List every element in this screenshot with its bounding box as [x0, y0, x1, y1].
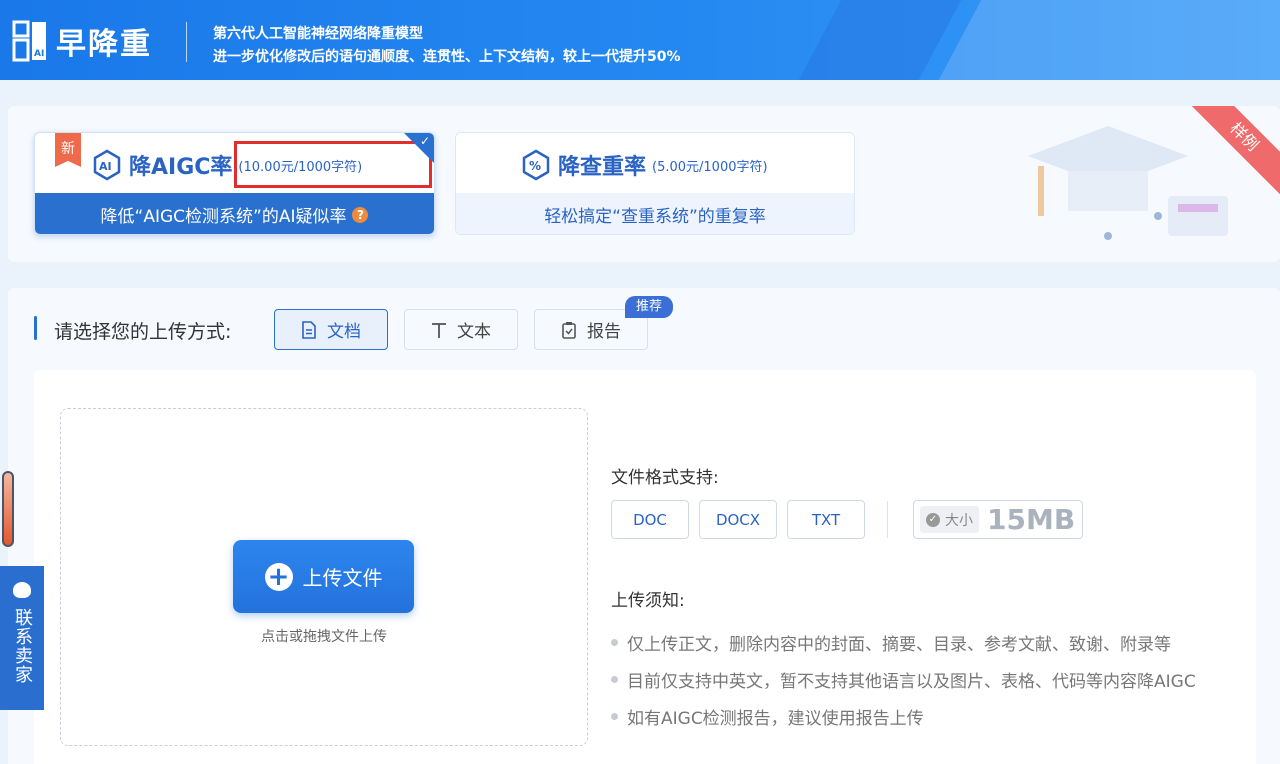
clipboard-icon [561, 321, 577, 339]
format-divider [887, 501, 888, 538]
size-value: 15MB [987, 503, 1076, 536]
bullet-icon [611, 639, 618, 646]
contact-seller-button[interactable]: 联系卖家 [0, 566, 44, 710]
notice-text: 目前仅支持中英文，暂不支持其他语言以及图片、表格、代码等内容降AIGC [627, 672, 1196, 692]
service-card-aigc[interactable]: 新 AI 降AIGC率 (10.00元/1000字符) ✓ 降低“AIGC检测系… [34, 132, 435, 235]
contact-label: 联系卖家 [12, 608, 33, 684]
header-decoration [938, 0, 1280, 80]
upload-file-button[interactable]: + 上传文件 [233, 540, 414, 613]
notice-text: 如有AIGC检测报告，建议使用报告上传 [627, 709, 924, 729]
format-title: 文件格式支持: [611, 468, 719, 488]
tab-label: 报告 [587, 322, 621, 342]
service-card-header: % 降查重率 (5.00元/1000字符) [456, 133, 854, 193]
tab-label: 文本 [457, 322, 491, 342]
service-description: 轻松搞定“查重系统”的重复率 [456, 193, 854, 234]
tab-text[interactable]: 文本 [404, 309, 518, 350]
price-highlight-box [234, 141, 432, 188]
format-badge-txt: TXT [787, 500, 865, 539]
service-description-text: 降低“AIGC检测系统”的AI疑似率 [100, 207, 347, 227]
tab-document[interactable]: 文档 [274, 309, 388, 350]
question-icon[interactable]: ? [352, 206, 369, 223]
service-card-header: 新 AI 降AIGC率 (10.00元/1000字符) ✓ [35, 133, 434, 193]
bullet-icon [611, 713, 618, 720]
tab-label: 文档 [327, 322, 361, 342]
brand-logo[interactable]: AI 早降重 [12, 19, 152, 63]
drop-hint: 点击或拖拽文件上传 [261, 629, 387, 645]
upload-method-label: 请选择您的上传方式: [54, 321, 232, 343]
svg-text:%: % [529, 159, 541, 173]
service-description: 降低“AIGC检测系统”的AI疑似率 ? [35, 193, 434, 234]
format-badge-doc: DOC [611, 500, 689, 539]
upload-area: + 上传文件 点击或拖拽文件上传 文件格式支持: DOC DOCX TXT ✓ … [34, 370, 1256, 764]
size-label: 大小 [945, 512, 973, 529]
service-price: (5.00元/1000字符) [652, 159, 768, 175]
file-dropzone[interactable]: + 上传文件 点击或拖拽文件上传 [60, 408, 588, 746]
size-chip: ✓ 大小 [920, 506, 979, 533]
notice-item: 如有AIGC检测报告，建议使用报告上传 [611, 704, 924, 729]
top-header: AI 早降重 第六代人工智能神经网络降重模型 进一步优化修改后的语句通顺度、连贯… [0, 0, 1280, 80]
plus-icon: + [264, 562, 293, 591]
side-scroll-handle[interactable] [2, 471, 14, 547]
notice-item: 目前仅支持中英文，暂不支持其他语言以及图片、表格、代码等内容降AIGC [611, 667, 1196, 692]
header-tagline-1: 第六代人工智能神经网络降重模型 [213, 26, 423, 42]
service-title: 降AIGC率 [129, 155, 233, 180]
service-panel: 新 AI 降AIGC率 (10.00元/1000字符) ✓ 降低“AIGC检测系… [8, 106, 1280, 262]
recommend-badge: 推荐 [625, 296, 673, 318]
ai-hexagon-icon: AI [93, 149, 121, 181]
header-decoration [798, 0, 962, 80]
check-circle-icon: ✓ [926, 512, 940, 527]
svg-text:AI: AI [99, 160, 112, 173]
section-accent-bar [34, 316, 37, 340]
new-badge: 新 [55, 133, 81, 167]
service-card-duplicate[interactable]: % 降查重率 (5.00元/1000字符) 轻松搞定“查重系统”的重复率 [455, 132, 855, 235]
upload-panel: 请选择您的上传方式: 文档 文本 报告 推荐 + 上传文件 点击或拖拽文件上传 … [8, 288, 1280, 764]
bullet-icon [611, 676, 618, 683]
check-icon: ✓ [419, 134, 430, 148]
header-divider [186, 22, 187, 62]
notice-item: 仅上传正文，删除内容中的封面、摘要、目录、参考文献、致谢、附录等 [611, 630, 1171, 655]
service-title: 降查重率 [558, 155, 647, 180]
brand-name: 早降重 [56, 27, 152, 62]
chat-bubble-icon [13, 582, 31, 598]
notice-title: 上传须知: [611, 591, 685, 611]
document-icon [301, 320, 317, 339]
graduation-illustration [1028, 126, 1228, 240]
service-title-row: % 降查重率 (5.00元/1000字符) [520, 149, 768, 181]
svg-text:AI: AI [34, 49, 44, 59]
format-badge-docx: DOCX [699, 500, 777, 539]
upload-button-label: 上传文件 [302, 566, 383, 590]
size-limit: ✓ 大小 15MB [913, 500, 1083, 539]
percent-hexagon-icon: % [522, 149, 550, 181]
text-icon [431, 321, 447, 339]
header-tagline-2: 进一步优化修改后的语句通顺度、连贯性、上下文结构，较上一代提升50% [213, 49, 681, 65]
notice-text: 仅上传正文，删除内容中的封面、摘要、目录、参考文献、致谢、附录等 [627, 635, 1171, 655]
logo-icon: AI [12, 20, 46, 62]
